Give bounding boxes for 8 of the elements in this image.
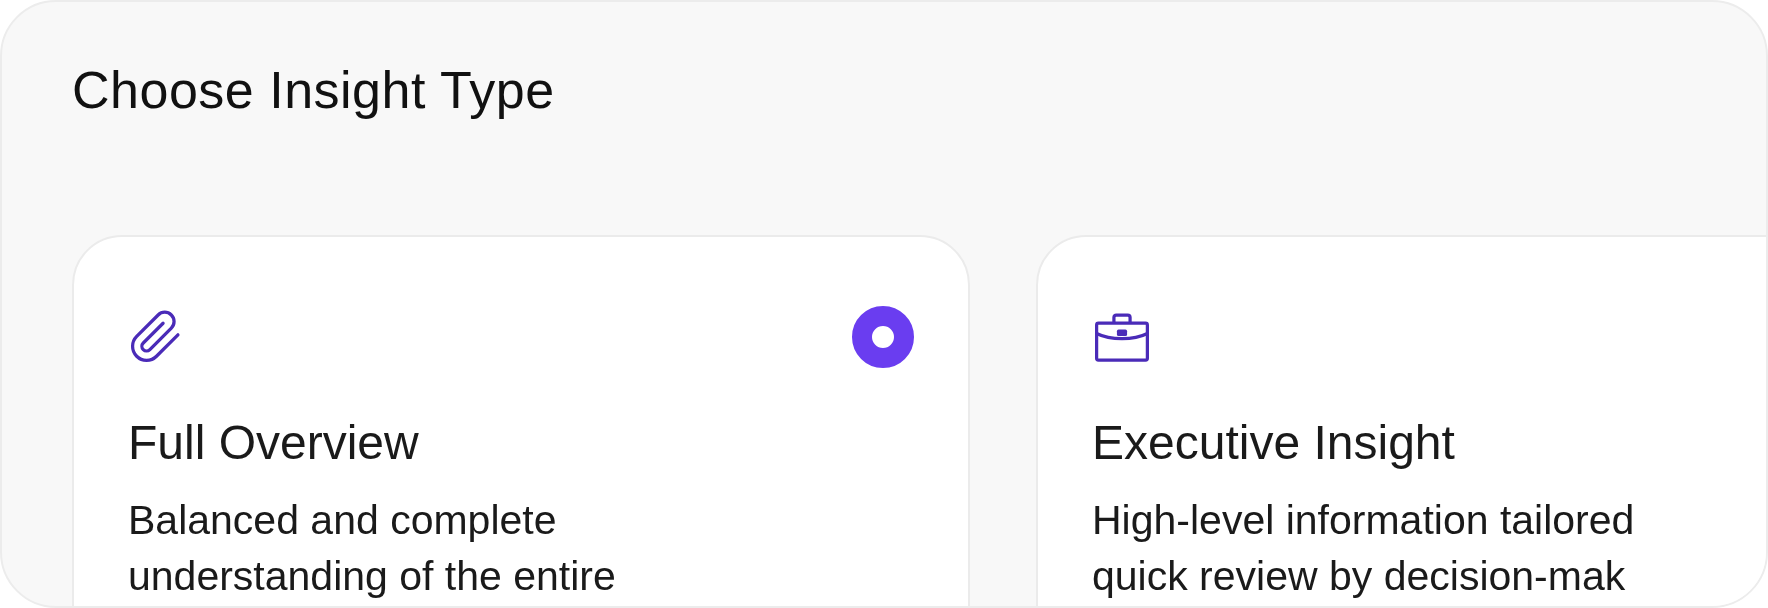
option-description: Balanced and complete understanding of the entire (128, 496, 617, 601)
radio-button[interactable] (852, 306, 914, 368)
page-title: Choose Insight Type (72, 60, 556, 120)
option-title: Full Overview (128, 415, 420, 470)
option-description: High-level information tailored quick review by decision-mak (1092, 496, 1636, 601)
option-title: Executive Insight (1092, 415, 1456, 470)
option-card[interactable]: Executive Insight High-level information tailored quick review by decision-mak (1036, 235, 1766, 606)
option-card[interactable]: Full Overview Balanced and complete understanding of the entire (72, 235, 970, 606)
